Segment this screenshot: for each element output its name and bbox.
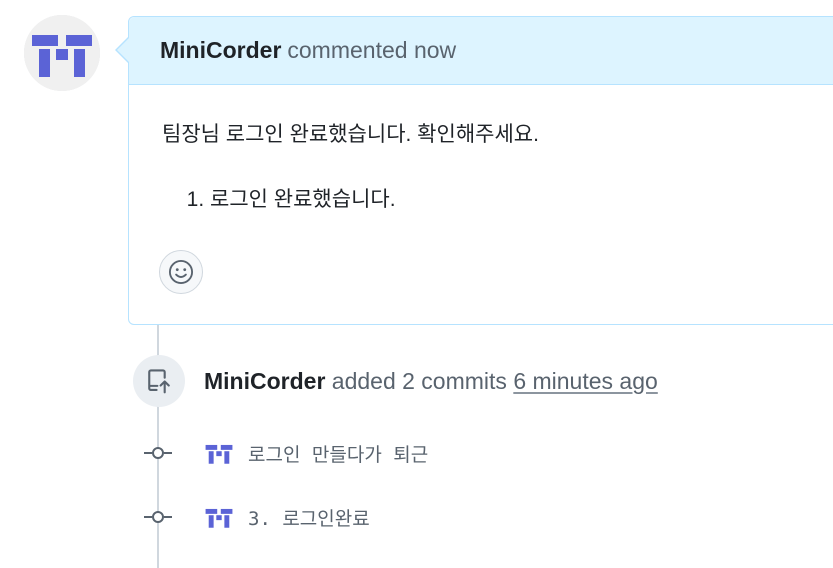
smiley-icon (168, 259, 194, 285)
comment-header: MiniCorder commented now (129, 17, 833, 85)
commit-author-avatar[interactable] (202, 436, 236, 470)
commit-message-link[interactable]: 3. 로그인완료 (248, 504, 370, 531)
commit-row: 로그인 만들다가 퇴근 (140, 433, 428, 473)
timeline-stage: MiniCorder commented now 팀장님 로그인 완료했습니다.… (0, 0, 833, 568)
event-time-link[interactable]: 6 minutes ago (513, 368, 657, 394)
event-author-link[interactable]: MiniCorder (204, 368, 325, 394)
comment-paragraph: 팀장님 로그인 완료했습니다. 확인해주세요. (162, 123, 539, 146)
identicon-avatar-icon (202, 436, 236, 470)
comment-author-link[interactable]: MiniCorder (160, 37, 281, 64)
commit-message-link[interactable]: 로그인 만들다가 퇴근 (248, 440, 428, 467)
identicon-avatar-icon (24, 15, 100, 91)
push-event-badge (133, 355, 185, 407)
commit-row: 3. 로그인완료 (140, 497, 370, 537)
push-icon (148, 369, 170, 394)
comment-body: 팀장님 로그인 완료했습니다. 확인해주세요. 로그인 완료했습니다. (129, 85, 833, 217)
commit-author-avatar[interactable] (202, 500, 236, 534)
avatar[interactable] (24, 15, 100, 91)
comment-box: MiniCorder commented now 팀장님 로그인 완료했습니다.… (128, 16, 833, 325)
comment-action-text: commented now (287, 37, 457, 63)
git-commit-icon (140, 443, 176, 463)
list-item: 로그인 완료했습니다. (210, 183, 833, 217)
comment-ordered-list: 로그인 완료했습니다. (162, 183, 833, 217)
comment-caret-fill (117, 38, 129, 62)
identicon-avatar-icon (202, 500, 236, 534)
git-commit-icon (140, 507, 176, 527)
add-reaction-button[interactable] (159, 250, 203, 294)
push-event-text: MiniCorder added 2 commits 6 minutes ago (204, 362, 658, 400)
event-action-text: added 2 commits (331, 368, 507, 394)
